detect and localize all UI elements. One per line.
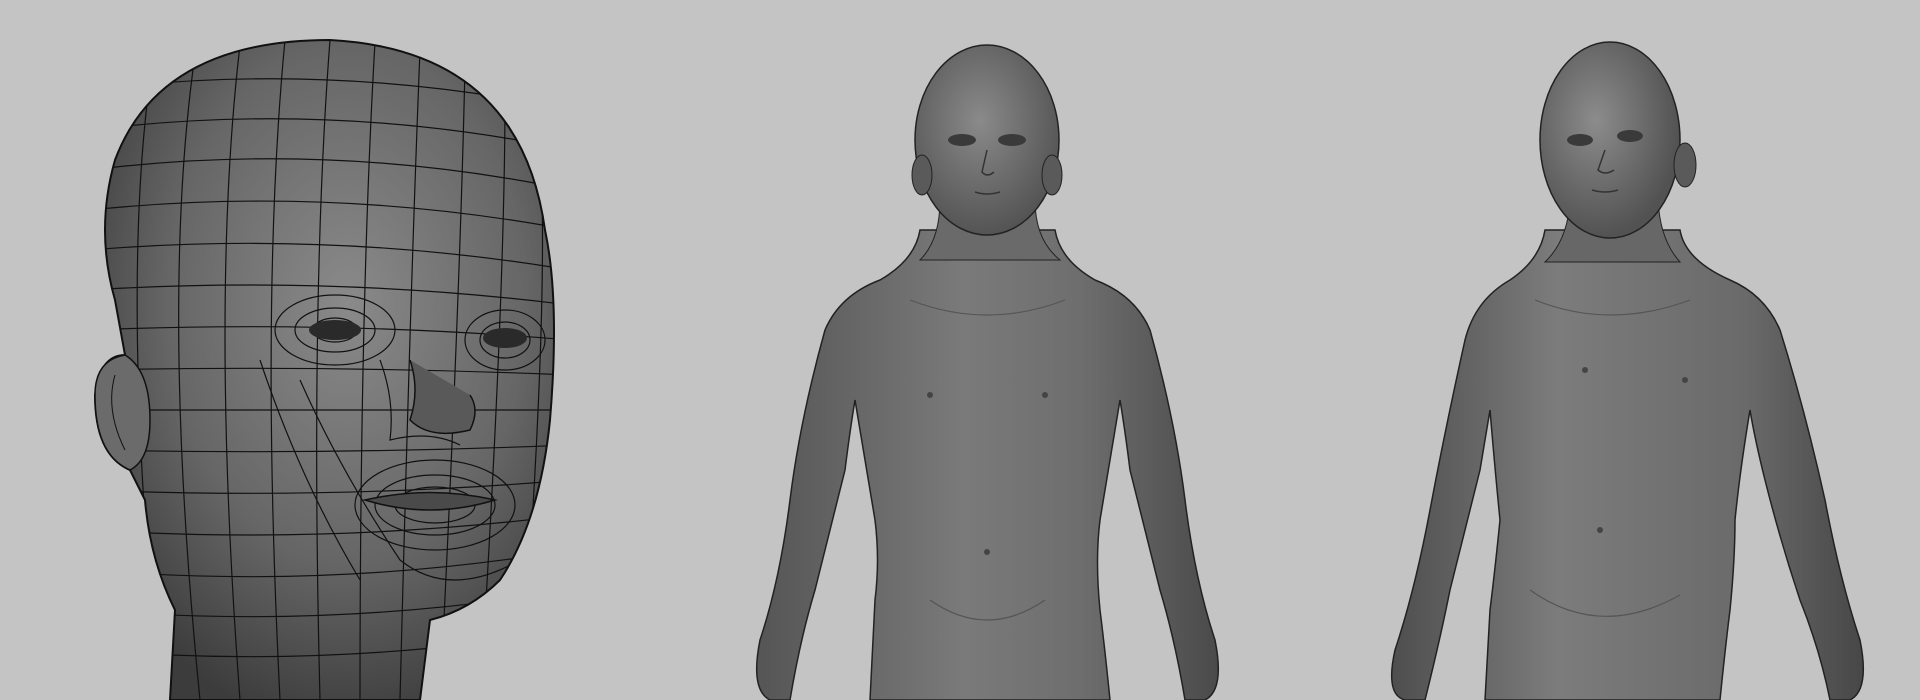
head-shape <box>1539 41 1681 239</box>
head-silhouette <box>93 38 555 700</box>
torso-shape <box>755 229 1220 700</box>
head-shape <box>914 44 1060 236</box>
body-front-view[interactable] <box>640 0 1280 700</box>
body-three-quarter-view[interactable] <box>1280 0 1920 700</box>
shaded-body-three-quarter <box>1390 41 1865 700</box>
3d-viewport[interactable] <box>0 0 1920 700</box>
torso-shape <box>1390 229 1865 700</box>
eye-right <box>483 328 527 348</box>
eye-left <box>309 320 361 340</box>
shaded-body-front <box>755 44 1220 700</box>
head-wireframe-view[interactable] <box>0 0 640 700</box>
wireframe-head-model <box>93 38 555 700</box>
